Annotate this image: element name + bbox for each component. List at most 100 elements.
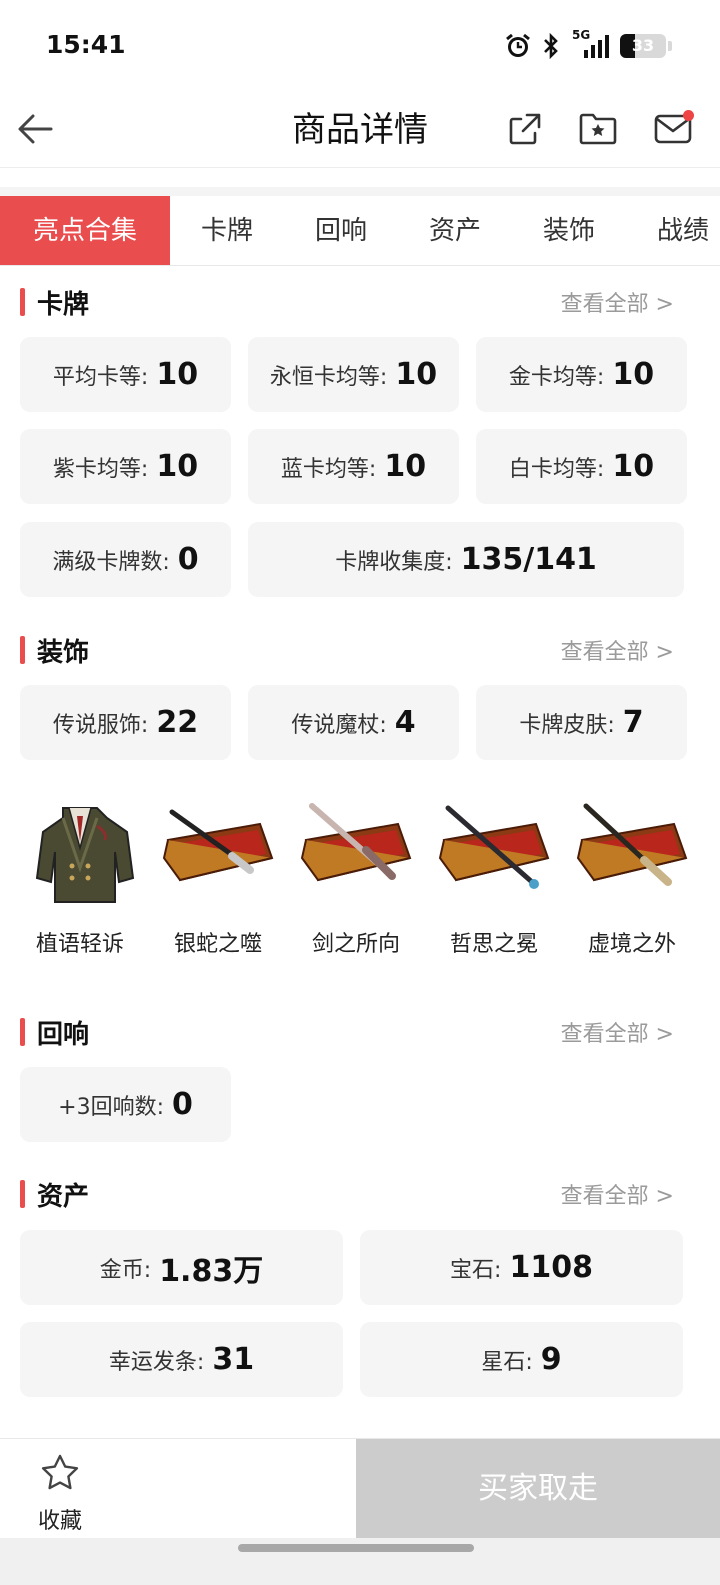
stat-card: 宝石: 1108 <box>360 1230 683 1305</box>
divider <box>0 187 720 196</box>
share-icon <box>509 113 541 145</box>
stat-value: 7 <box>622 705 644 740</box>
stat-card: 幸运发条: 31 <box>20 1322 343 1397</box>
wand-case-icon <box>438 805 550 889</box>
decor-item-name: 哲思之冕 <box>449 932 538 957</box>
wand-case-icon <box>300 803 412 882</box>
stat-value: 1.83万 <box>159 1253 264 1289</box>
stat-value: 135/141 <box>460 542 597 577</box>
section-title: 装饰 <box>37 638 90 668</box>
alarm-icon <box>504 32 532 60</box>
stat-value: 0 <box>177 542 199 577</box>
battery-icon: 33 <box>620 34 666 58</box>
stat-label: 满级卡牌数: <box>52 549 170 575</box>
stat-value: 10 <box>384 449 427 484</box>
decor-item-name: 剑之所向 <box>311 932 400 957</box>
favorite-button[interactable]: 收藏 <box>0 1439 120 1539</box>
battery-level: 33 <box>631 36 655 55</box>
status-time: 15:41 <box>46 30 126 59</box>
stat-card: 满级卡牌数: 0 <box>20 522 231 597</box>
stat-value: 10 <box>612 357 655 392</box>
favorite-folder-button[interactable] <box>573 104 623 154</box>
stat-value: 4 <box>394 705 416 740</box>
navigation-bar: 商品详情 <box>0 92 720 168</box>
stat-label: 永恒卡均等: <box>269 364 388 390</box>
stat-label: 传说魔杖: <box>291 712 387 738</box>
stat-card: 金卡均等: 10 <box>476 337 687 412</box>
tab-cards[interactable]: 卡牌 <box>170 196 284 265</box>
favorite-label: 收藏 <box>37 1509 82 1534</box>
stat-label: 卡牌皮肤: <box>519 712 615 738</box>
decor-item[interactable]: 剑之所向 <box>288 800 424 958</box>
stat-card: 蓝卡均等: 10 <box>248 429 459 504</box>
stat-card: 永恒卡均等: 10 <box>248 337 459 412</box>
view-all-assets-link[interactable]: 查看全部 > <box>561 1178 674 1210</box>
battery-tip <box>668 41 672 51</box>
tab-decor[interactable]: 装饰 <box>512 196 626 265</box>
stat-card: 星石: 9 <box>360 1322 683 1397</box>
jacket-icon <box>35 807 135 903</box>
section-title: 卡牌 <box>37 290 90 320</box>
section-accent-bar <box>20 288 25 316</box>
decor-item[interactable]: 虚境之外 <box>564 800 700 958</box>
view-all-decor-link[interactable]: 查看全部 > <box>561 634 674 666</box>
decor-item[interactable]: 哲思之冕 <box>426 800 562 958</box>
signal-5g-icon: 5G <box>570 28 610 60</box>
stat-label: 金卡均等: <box>508 364 605 390</box>
home-indicator[interactable] <box>238 1544 474 1552</box>
stat-value: 0 <box>171 1087 193 1122</box>
stat-label: 卡牌收集度: <box>335 549 453 575</box>
stat-value: 9 <box>540 1342 562 1377</box>
bluetooth-icon <box>542 33 560 59</box>
stat-card: 卡牌皮肤: 7 <box>476 685 687 760</box>
tab-highlights[interactable]: 亮点合集 <box>0 196 170 265</box>
buy-button[interactable]: 买家取走 <box>356 1439 720 1539</box>
stat-label: 传说服饰: <box>52 712 149 738</box>
tab-assets[interactable]: 资产 <box>398 196 512 265</box>
stat-value: 10 <box>395 357 438 392</box>
stat-label: 幸运发条: <box>108 1349 205 1375</box>
stat-card: 卡牌收集度: 135/141 <box>248 522 684 597</box>
stat-value: 1108 <box>509 1250 593 1285</box>
stat-label: 白卡均等: <box>508 456 605 482</box>
stat-value: 22 <box>156 705 199 740</box>
star-icon <box>41 1454 79 1490</box>
notification-dot <box>683 110 694 121</box>
decor-item-name: 银蛇之噬 <box>173 932 262 957</box>
wand-case-icon <box>162 809 274 882</box>
stat-label: 蓝卡均等: <box>280 456 377 482</box>
section-accent-bar <box>20 1018 25 1046</box>
section-title: 回响 <box>37 1020 90 1050</box>
stat-card: 传说魔杖: 4 <box>248 685 459 760</box>
tab-records[interactable]: 战绩 <box>626 196 720 265</box>
decor-item[interactable]: 银蛇之噬 <box>150 800 286 958</box>
stat-value: 10 <box>612 449 655 484</box>
stat-card: 传说服饰: 22 <box>20 685 231 760</box>
stat-value: 31 <box>212 1342 255 1377</box>
tab-echo[interactable]: 回响 <box>284 196 398 265</box>
view-all-echo-link[interactable]: 查看全部 > <box>561 1016 674 1048</box>
stat-label: 平均卡等: <box>52 364 149 390</box>
section-accent-bar <box>20 636 25 664</box>
stat-card: 紫卡均等: 10 <box>20 429 231 504</box>
bottom-action-bar: 收藏 买家取走 <box>0 1438 720 1539</box>
stat-card: 白卡均等: 10 <box>476 429 687 504</box>
stat-label: +3回响数: <box>58 1094 164 1120</box>
decor-section-header: 装饰 查看全部 > <box>0 626 720 676</box>
stat-card: +3回响数: 0 <box>20 1067 231 1142</box>
section-tabs: 亮点合集 卡牌 回响 资产 装饰 战绩 <box>0 196 720 266</box>
echo-section-header: 回响 查看全部 > <box>0 1008 720 1058</box>
cards-section-header: 卡牌 查看全部 > <box>0 278 720 328</box>
stat-card: 平均卡等: 10 <box>20 337 231 412</box>
stat-label: 宝石: <box>450 1257 502 1283</box>
network-label: 5G <box>572 28 591 42</box>
view-all-cards-link[interactable]: 查看全部 > <box>561 286 674 318</box>
section-title: 资产 <box>37 1182 90 1212</box>
share-button[interactable] <box>500 104 550 154</box>
stat-value: 10 <box>156 449 199 484</box>
status-bar: 15:41 5G 33 <box>0 0 720 92</box>
stat-label: 星石: <box>481 1349 533 1375</box>
mail-button[interactable] <box>648 104 698 154</box>
decor-item[interactable]: 植语轻诉 <box>12 800 148 958</box>
status-icons: 5G 33 <box>504 28 672 62</box>
